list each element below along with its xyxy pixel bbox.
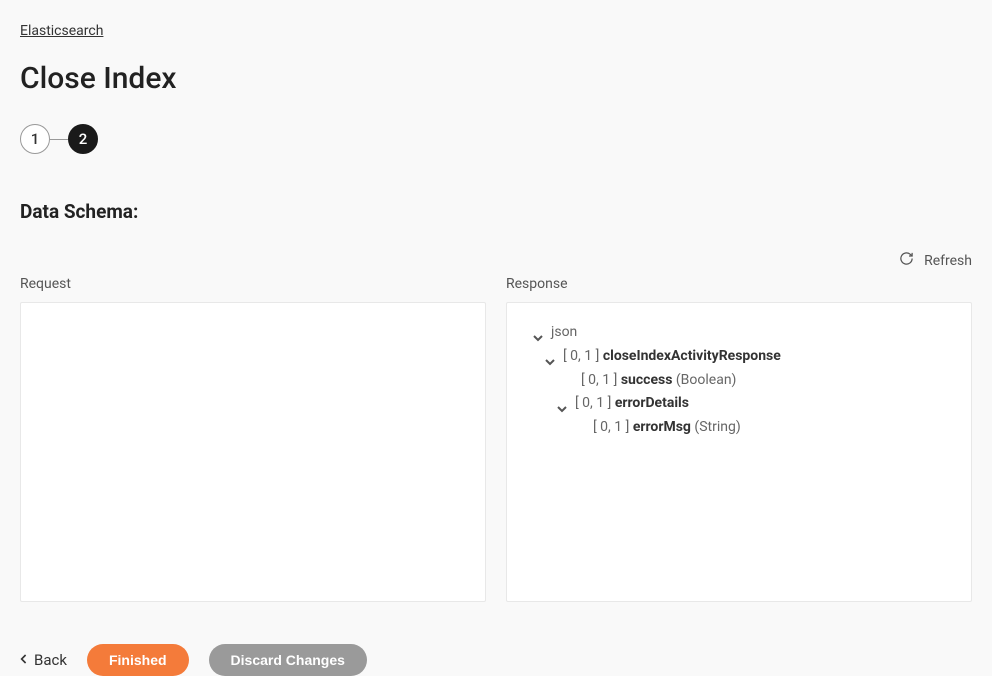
chevron-left-icon [20, 651, 28, 669]
tree-node-label: success [621, 372, 673, 388]
discard-changes-button[interactable]: Discard Changes [209, 644, 367, 676]
tree-node-label: json [551, 321, 577, 345]
tree-node-label: errorDetails [615, 395, 689, 411]
tree-cardinality: [ 0, 1 ] [563, 348, 599, 364]
chevron-down-icon [533, 328, 543, 338]
request-label: Request [20, 276, 486, 292]
breadcrumb-link[interactable]: Elasticsearch [20, 23, 103, 39]
step-2[interactable]: 2 [68, 124, 98, 154]
tree-node-errorDetails[interactable]: [ 0, 1 ] errorDetails [525, 392, 953, 416]
chevron-down-icon [557, 399, 567, 409]
stepper: 1 2 [20, 124, 972, 154]
tree-node-success[interactable]: [ 0, 1 ] success (Boolean) [525, 369, 953, 393]
tree-node-errorMsg[interactable]: [ 0, 1 ] errorMsg (String) [525, 416, 953, 440]
refresh-icon [899, 251, 914, 270]
chevron-down-icon [545, 352, 555, 362]
step-connector [50, 139, 68, 140]
footer-actions: Back Finished Discard Changes [20, 644, 972, 676]
tree-node-label: errorMsg [633, 419, 691, 435]
tree-node-json[interactable]: json [525, 321, 953, 345]
response-panel-col: Response json [ 0, 1 ] closeIndexActivit… [506, 276, 972, 602]
tree-node-closeIndexActivityResponse[interactable]: [ 0, 1 ] closeIndexActivityResponse [525, 345, 953, 369]
tree-cardinality: [ 0, 1 ] [593, 419, 629, 435]
response-panel[interactable]: json [ 0, 1 ] closeIndexActivityResponse… [506, 302, 972, 602]
refresh-label: Refresh [924, 253, 972, 269]
page-title: Close Index [20, 61, 972, 96]
tree-type: (Boolean) [676, 372, 737, 388]
step-1[interactable]: 1 [20, 124, 50, 154]
tree-type: (String) [694, 419, 740, 435]
finished-button[interactable]: Finished [87, 644, 189, 676]
section-title: Data Schema: [20, 200, 972, 223]
request-panel-col: Request [20, 276, 486, 602]
tree-cardinality: [ 0, 1 ] [575, 395, 611, 411]
tree-node-label: closeIndexActivityResponse [603, 348, 781, 364]
back-button[interactable]: Back [20, 651, 67, 669]
refresh-button[interactable]: Refresh [899, 251, 972, 270]
request-panel[interactable] [20, 302, 486, 602]
back-label: Back [34, 651, 67, 669]
tree-cardinality: [ 0, 1 ] [581, 372, 617, 388]
response-label: Response [506, 276, 972, 292]
